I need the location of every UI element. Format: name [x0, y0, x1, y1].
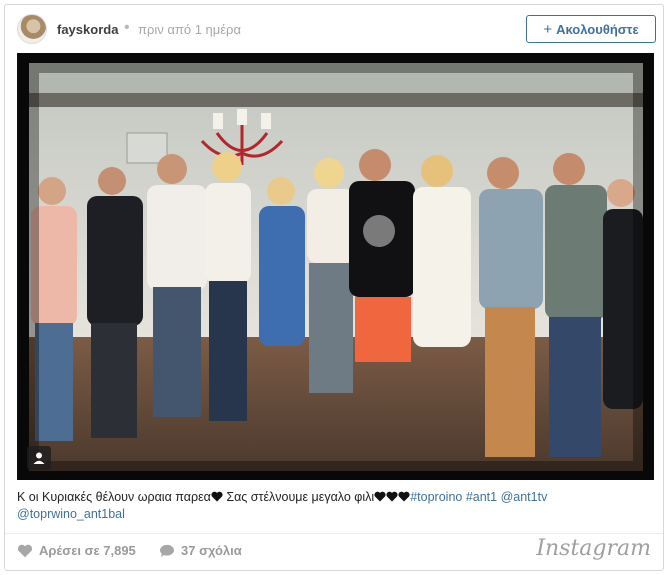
black-heart-icon — [398, 491, 410, 502]
heart-icon — [17, 544, 33, 557]
instagram-logo[interactable]: Instagram — [536, 536, 651, 561]
caption-text-2: Σας στέλνουμε μεγαλο φιλι — [222, 490, 375, 504]
black-heart-icon — [374, 491, 386, 502]
post-photo[interactable] — [17, 53, 654, 480]
follow-label: Ακολουθήστε — [556, 21, 639, 37]
caption-mention-ant1tv[interactable]: @ant1tv — [501, 490, 548, 504]
black-heart-icon — [386, 491, 398, 502]
user-tag-icon[interactable] — [27, 446, 51, 470]
avatar[interactable] — [17, 14, 47, 44]
post-caption: Κ οι Κυριακές θέλουν ωραια παρεα Σας στέ… — [17, 489, 647, 523]
post-header: fayskorda • πριν από 1 ημέρα + Ακολουθήσ… — [5, 5, 663, 53]
instagram-embed-card: fayskorda • πριν από 1 ημέρα + Ακολουθήσ… — [4, 4, 664, 571]
caption-text-1: Κ οι Κυριακές θέλουν ωραια παρεα — [17, 490, 211, 504]
likes-label: Αρέσει σε 7,895 — [39, 543, 136, 558]
likes-count[interactable]: Αρέσει σε 7,895 — [17, 543, 136, 558]
comments-label: 37 σχόλια — [181, 543, 242, 558]
comments-count[interactable]: 37 σχόλια — [159, 543, 242, 558]
caption-hashtags[interactable]: #toproino #ant1 — [410, 490, 497, 504]
timestamp[interactable]: πριν από 1 ημέρα — [138, 22, 241, 37]
comment-icon — [160, 544, 174, 557]
footer-divider — [5, 533, 663, 534]
plus-icon: + — [543, 20, 553, 38]
caption-mention-toprwino[interactable]: @toprwino_ant1bal — [17, 507, 125, 521]
black-heart-icon — [211, 491, 223, 502]
group-photo-illustration — [17, 53, 654, 480]
follow-button[interactable]: + Ακολουθήστε — [526, 15, 656, 43]
separator-dot: • — [124, 19, 130, 36]
username[interactable]: fayskorda — [57, 22, 118, 37]
